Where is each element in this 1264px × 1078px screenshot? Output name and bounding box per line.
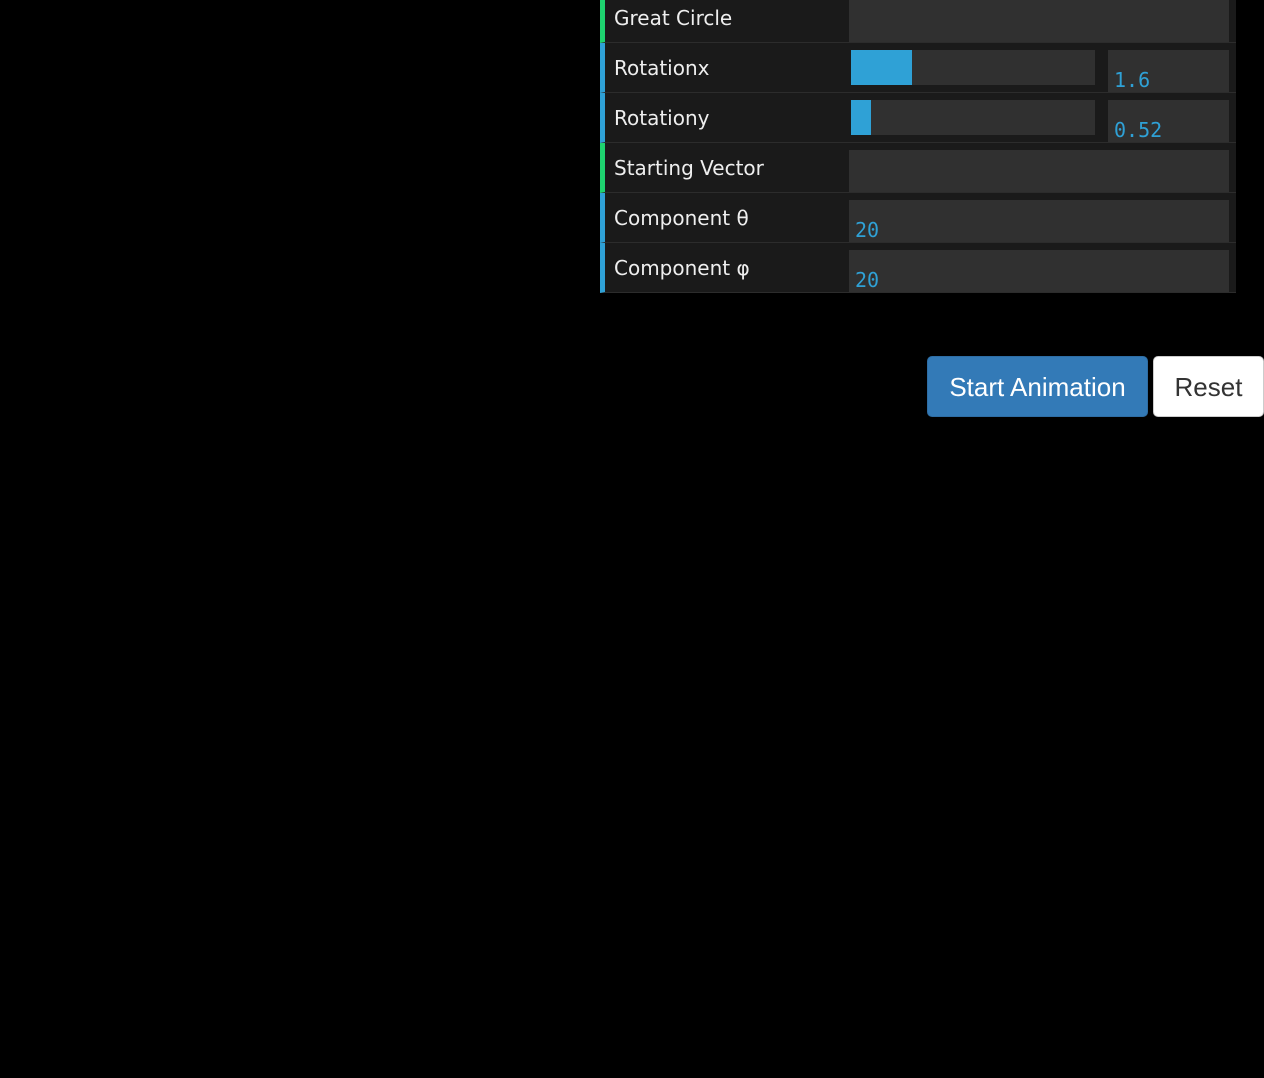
folder-starting-vector[interactable]: Starting Vector	[600, 143, 1236, 193]
great-circle-label: Great Circle	[614, 6, 733, 30]
component-phi-label: Component φ	[614, 256, 750, 280]
component-phi-input[interactable]: 20	[849, 250, 1229, 292]
reset-button[interactable]: Reset	[1153, 356, 1264, 417]
starting-vector-field	[849, 150, 1229, 192]
rotationx-slider[interactable]	[851, 50, 1095, 85]
rotationy-slider-fill	[851, 100, 871, 135]
component-theta-input[interactable]: 20	[849, 200, 1229, 242]
rotationx-row: Rotationx 1.6	[600, 43, 1236, 93]
rotationx-slider-fill	[851, 50, 912, 85]
starting-vector-label: Starting Vector	[614, 156, 764, 180]
rotationy-label: Rotationy	[614, 106, 710, 130]
great-circle-field	[849, 0, 1229, 42]
rotationy-slider[interactable]	[851, 100, 1095, 135]
rotationy-input[interactable]: 0.52	[1108, 100, 1229, 142]
component-theta-label: Component θ	[614, 206, 749, 230]
component-theta-row: Component θ 20	[600, 193, 1236, 243]
rotationx-input[interactable]: 1.6	[1108, 50, 1229, 92]
folder-great-circle[interactable]: Great Circle	[600, 0, 1236, 43]
rotationx-label: Rotationx	[614, 56, 710, 80]
rotationy-row: Rotationy 0.52	[600, 93, 1236, 143]
component-phi-row: Component φ 20	[600, 243, 1236, 293]
controls-panel: Great Circle Rotationx 1.6 Rotationy 0.5…	[600, 0, 1236, 293]
start-animation-button[interactable]: Start Animation	[927, 356, 1148, 417]
